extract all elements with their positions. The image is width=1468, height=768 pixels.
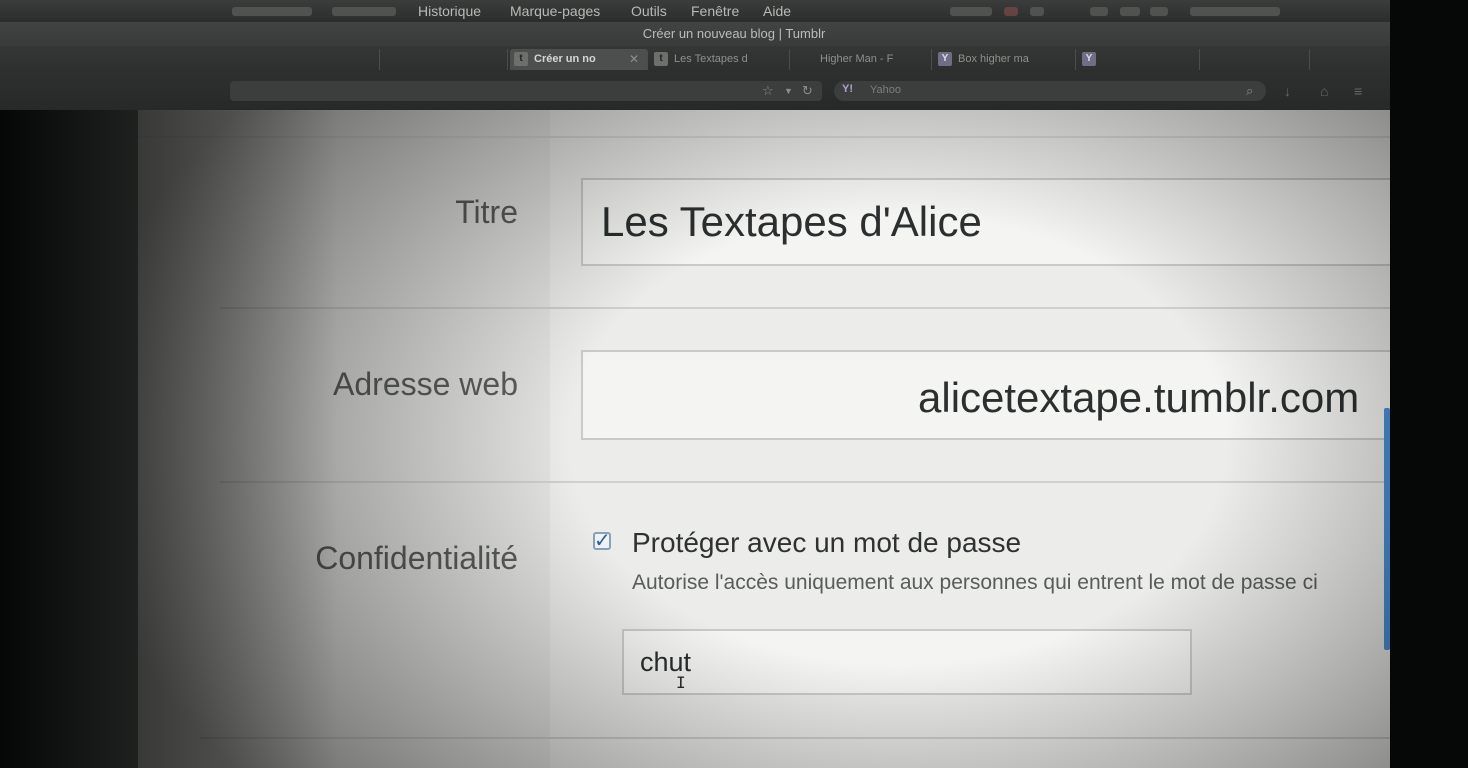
- chevron-down-icon[interactable]: ▼: [784, 86, 793, 96]
- title-input-value: Les Textapes d'Alice: [601, 198, 982, 245]
- window-title-bar: Créer un nouveau blog | Tumblr: [0, 22, 1468, 46]
- status-icon[interactable]: [1120, 7, 1140, 16]
- text-cursor-icon: I: [676, 673, 686, 692]
- search-icon[interactable]: ⌕: [1246, 83, 1253, 99]
- menu-item-blurred: [332, 7, 396, 16]
- yahoo-search-engine-icon[interactable]: Y!: [842, 83, 853, 95]
- menu-item-outils[interactable]: Outils: [631, 3, 667, 19]
- tab-box-higher[interactable]: Y Box higher ma: [934, 49, 1076, 70]
- menu-item-blurred: [232, 7, 312, 16]
- yahoo-icon: Y: [938, 52, 952, 66]
- row-divider: [220, 307, 1390, 309]
- tab-blurred[interactable]: Y: [1078, 49, 1200, 70]
- tab-les-textapes[interactable]: t Les Textapes d: [650, 49, 790, 70]
- menu-icon[interactable]: ≡: [1354, 83, 1362, 99]
- screen-bezel-right: [1390, 0, 1468, 768]
- tab-label: Les Textapes d: [674, 53, 748, 65]
- web-address-label: Adresse web: [333, 366, 518, 402]
- row-divider: [220, 481, 1390, 483]
- tumblr-create-blog-page: Titre Les Textapes d'Alice Adresse web a…: [138, 110, 1390, 768]
- tumblr-icon: t: [654, 52, 668, 66]
- status-icon[interactable]: [950, 7, 992, 16]
- menu-item-aide[interactable]: Aide: [763, 3, 791, 19]
- status-icon[interactable]: [1030, 7, 1044, 16]
- row-divider: [138, 136, 1390, 138]
- password-protect-checkbox[interactable]: ✓: [593, 530, 611, 552]
- yahoo-icon: Y: [1082, 52, 1096, 66]
- download-icon[interactable]: ↓: [1284, 83, 1291, 99]
- menu-bar: Historique Marque-pages Outils Fenêtre A…: [0, 0, 1468, 22]
- tab-creer-un-nouveau-blog[interactable]: t Créer un no ✕: [510, 49, 648, 70]
- tab-label: Créer un no: [534, 53, 596, 65]
- menu-item-historique[interactable]: Historique: [418, 3, 481, 19]
- url-bar[interactable]: ☆ ▼ ↻: [230, 81, 822, 101]
- tab-strip: t Créer un no ✕ t Les Textapes d Higher …: [0, 46, 1468, 72]
- status-icon[interactable]: [1150, 7, 1168, 16]
- privacy-label: Confidentialité: [315, 540, 518, 576]
- title-input[interactable]: Les Textapes d'Alice: [581, 178, 1390, 266]
- tab-blurred[interactable]: [230, 49, 380, 70]
- status-icon[interactable]: [1004, 7, 1018, 16]
- screen-bezel-left: [0, 110, 138, 768]
- password-protect-label[interactable]: Protéger avec un mot de passe: [632, 527, 1021, 559]
- tab-label: Box higher ma: [958, 53, 1029, 65]
- search-placeholder: Yahoo: [870, 84, 901, 96]
- tab-higher-man[interactable]: Higher Man - F: [792, 49, 932, 70]
- checkmark-icon: ✓: [594, 530, 611, 552]
- tab-blurred[interactable]: [380, 49, 508, 70]
- search-bar[interactable]: Y! Yahoo ⌕: [834, 81, 1266, 101]
- title-label: Titre: [455, 194, 518, 230]
- password-input[interactable]: chut: [622, 629, 1192, 695]
- status-icon[interactable]: [1090, 7, 1108, 16]
- close-icon[interactable]: ✕: [629, 52, 639, 66]
- row-divider: [200, 737, 1390, 739]
- star-icon[interactable]: ☆: [762, 83, 774, 99]
- tab-blurred[interactable]: [1200, 49, 1310, 70]
- web-address-input[interactable]: alicetextape.tumblr.com: [581, 350, 1390, 440]
- navigation-bar: ☆ ▼ ↻ Y! Yahoo ⌕ ↓ ⌂ ≡: [0, 72, 1468, 110]
- tab-label: Higher Man - F: [820, 53, 894, 65]
- menu-item-marque-pages[interactable]: Marque-pages: [510, 3, 600, 19]
- status-icon[interactable]: [1190, 7, 1280, 16]
- window-title: Créer un nouveau blog | Tumblr: [642, 26, 826, 41]
- menu-item-fenetre[interactable]: Fenêtre: [691, 3, 739, 19]
- web-address-value: alicetextape.tumblr.com: [918, 374, 1360, 421]
- reload-icon[interactable]: ↻: [802, 83, 813, 99]
- home-icon[interactable]: ⌂: [1320, 83, 1328, 99]
- privacy-help-text: Autorise l'accès uniquement aux personne…: [632, 571, 1318, 594]
- screen: Historique Marque-pages Outils Fenêtre A…: [0, 0, 1468, 768]
- tumblr-icon: t: [514, 52, 528, 66]
